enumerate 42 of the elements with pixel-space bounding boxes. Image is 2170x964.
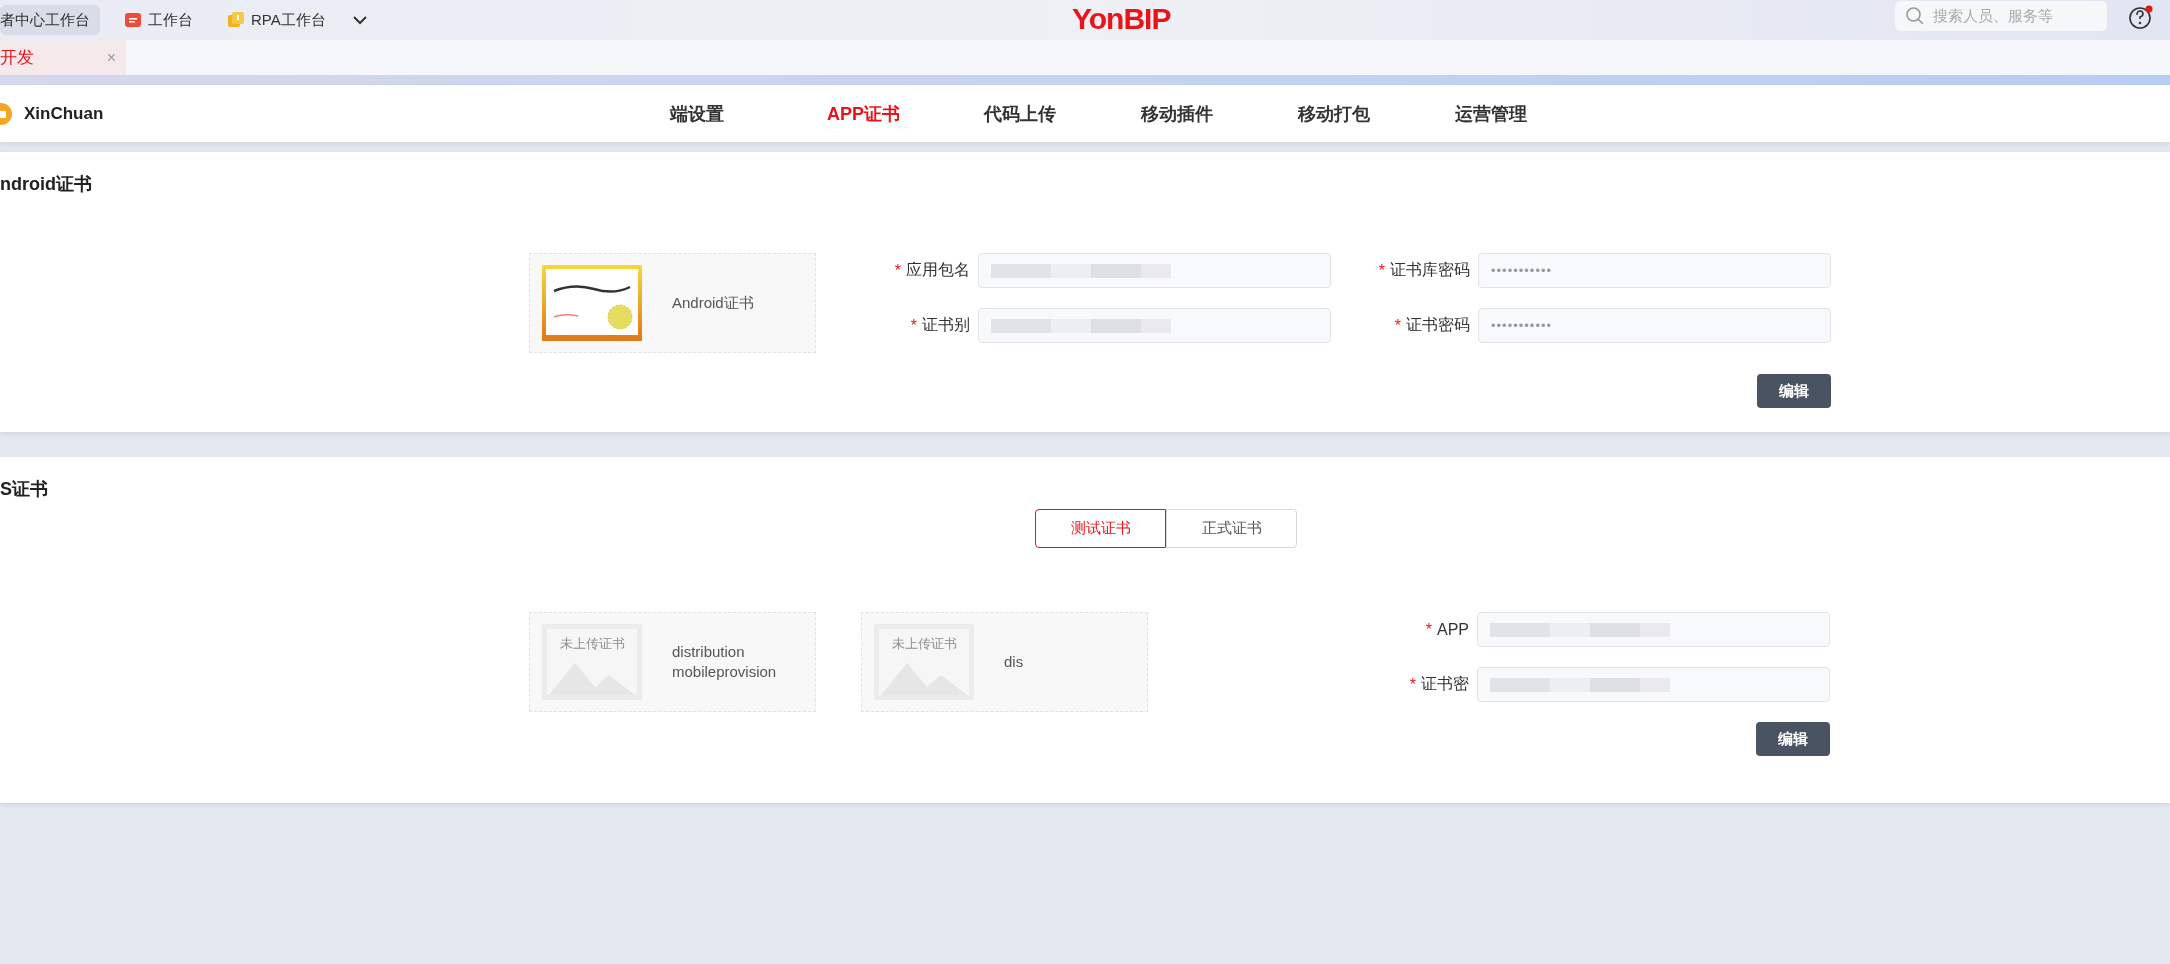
nav-tab[interactable]: 端设置 [670, 101, 827, 126]
input-field[interactable] [1477, 612, 1830, 647]
section-title: S证书 [0, 478, 49, 501]
field-label: 证书库密码 [1390, 260, 1470, 280]
certificate-name: Android证书 [672, 293, 755, 313]
segment-tab[interactable]: 正式证书 [1166, 509, 1297, 548]
nav-tab[interactable]: 移动打包 [1298, 101, 1455, 126]
nav-tab[interactable]: 运营管理 [1455, 101, 1612, 126]
edit-button[interactable]: 编辑 [1756, 722, 1830, 756]
workbench-tab[interactable]: 者中心工作台 [0, 5, 100, 35]
search-icon [1905, 6, 1925, 26]
field-label: 证书密码 [1406, 315, 1470, 335]
certificate-icon [542, 265, 642, 341]
field-label: APP [1437, 620, 1469, 639]
logo: YonBIP [1072, 2, 1171, 36]
input-field[interactable] [978, 308, 1331, 343]
nav-tab[interactable]: 代码上传 [984, 101, 1141, 126]
nav-tab[interactable]: 移动插件 [1141, 101, 1298, 126]
required-mark: * [910, 316, 917, 335]
field-label: 证书密 [1421, 674, 1469, 694]
required-mark: * [1409, 675, 1416, 694]
field-label: 应用包名 [906, 260, 970, 280]
required-mark: * [894, 261, 901, 280]
workbench-tab[interactable]: RPA工作台 [217, 5, 336, 35]
certificate-name: distribution mobileprovision [672, 642, 778, 682]
required-mark: * [1378, 261, 1385, 280]
input-field[interactable] [1477, 667, 1830, 702]
certificate-name: dis [1004, 652, 1025, 672]
edit-button[interactable]: 编辑 [1757, 374, 1831, 408]
required-mark: * [1394, 316, 1401, 335]
section-title: ndroid证书 [0, 173, 93, 196]
segment-tab[interactable]: 测试证书 [1035, 509, 1166, 548]
input-field[interactable] [978, 253, 1331, 288]
page-tab[interactable]: 开发 × [0, 40, 126, 75]
field-label: 证书别 [922, 315, 970, 335]
help-icon[interactable] [2128, 4, 2154, 30]
workbench-tab[interactable]: 工作台 [114, 5, 203, 35]
robot-icon [227, 11, 245, 29]
nav-tab[interactable]: APP证书 [827, 101, 984, 126]
workbench-icon [124, 11, 142, 29]
required-mark: * [1425, 620, 1432, 639]
app-name: XinChuan [24, 103, 104, 124]
